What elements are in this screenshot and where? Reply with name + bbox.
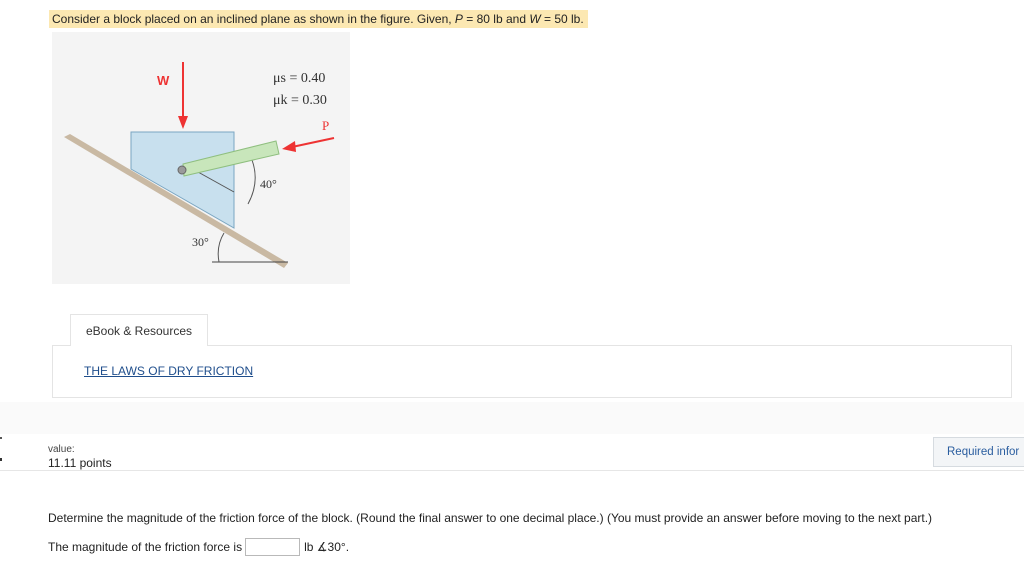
p-variable: P bbox=[454, 12, 463, 26]
w-value: = 50 lb. bbox=[540, 12, 584, 26]
angle-30-label: 30° bbox=[192, 235, 209, 249]
tab-ebook-resources-label: eBook & Resources bbox=[85, 323, 193, 338]
question-text: Determine the magnitude of the friction … bbox=[48, 511, 933, 525]
force-p-label: P bbox=[322, 118, 329, 133]
figure-svg: W μs = 0.40 μk = 0.30 P 40° 30° bbox=[52, 32, 350, 284]
weight-label: W bbox=[157, 73, 170, 88]
left-margin-mark bbox=[0, 458, 2, 461]
required-information-button[interactable]: Required infor bbox=[933, 437, 1024, 467]
angle-40-label: 40° bbox=[260, 177, 277, 191]
section-divider-band bbox=[0, 402, 1024, 434]
problem-intro: Consider a block placed on an inclined p… bbox=[52, 12, 455, 26]
laws-of-dry-friction-link[interactable]: THE LAWS OF DRY FRICTION bbox=[84, 364, 253, 378]
problem-statement: Consider a block placed on an inclined p… bbox=[49, 10, 588, 28]
answer-row: The magnitude of the friction force is l… bbox=[48, 538, 349, 556]
p-value: = 80 lb and bbox=[462, 12, 530, 26]
friction-force-input[interactable] bbox=[245, 538, 301, 556]
mu-s-label: μs = 0.40 bbox=[273, 71, 325, 86]
value-label: value: bbox=[48, 444, 75, 455]
mu-k-label: μk = 0.30 bbox=[273, 93, 327, 108]
points-value: 11.11 points bbox=[48, 456, 112, 470]
tab-ebook-resources[interactable]: eBook & Resources bbox=[70, 314, 208, 346]
inclined-plane-figure: W μs = 0.40 μk = 0.30 P 40° 30° bbox=[52, 32, 350, 284]
w-variable: W bbox=[529, 12, 541, 26]
answer-unit: lb ∡30°. bbox=[304, 540, 350, 554]
separator bbox=[0, 470, 1024, 471]
pin-joint bbox=[177, 165, 187, 175]
ebook-panel: THE LAWS OF DRY FRICTION bbox=[52, 345, 1012, 398]
left-margin-mark bbox=[0, 437, 2, 439]
answer-prefix: The magnitude of the friction force is bbox=[48, 540, 243, 554]
